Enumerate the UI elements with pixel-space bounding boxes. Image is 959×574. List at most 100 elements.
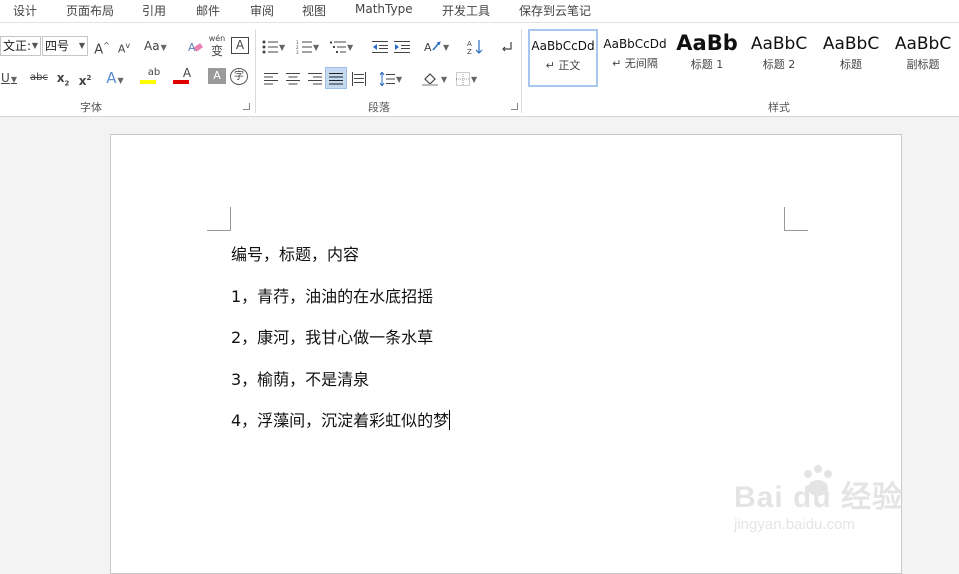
clear-formatting-button[interactable]: A: [186, 36, 204, 56]
tab-save-to-cloud-note[interactable]: 保存到云笔记: [519, 2, 591, 19]
tab-design[interactable]: 设计: [13, 2, 37, 19]
style-name-text: 无间隔: [624, 57, 658, 70]
numbered-list-icon: 123: [296, 40, 312, 54]
enclose-characters-label: 字: [234, 71, 244, 82]
tab-page-layout[interactable]: 页面布局: [66, 2, 114, 19]
text-effects-button[interactable]: A▼: [106, 68, 124, 88]
document-line[interactable]: 1，青荇，油油的在水底招摇: [231, 283, 433, 307]
subscript-mark: 2: [64, 79, 70, 88]
align-left-button[interactable]: [262, 68, 280, 88]
chevron-down-icon: ▼: [117, 76, 124, 85]
font-group-label: 字体: [80, 101, 102, 114]
chinese-layout-button[interactable]: A ▼: [424, 36, 449, 56]
multilevel-list-button[interactable]: ▼: [330, 36, 353, 56]
paragraph-mark-icon: ↵: [612, 57, 622, 70]
text-highlight-button[interactable]: ab: [139, 66, 169, 86]
tab-view[interactable]: 视图: [302, 2, 326, 19]
font-dialog-launcher-icon[interactable]: [243, 103, 250, 110]
paragraph-dialog-launcher-icon[interactable]: [511, 103, 518, 110]
style-preview: AaBbCcDd: [531, 39, 595, 53]
paragraph-mark-icon: ↵: [545, 59, 555, 72]
line-spacing-button[interactable]: ▼: [379, 68, 402, 88]
chevron-down-icon: ▼: [10, 75, 17, 84]
chevron-down-icon: ▼: [347, 43, 354, 52]
chevron-down-icon: ▼: [443, 43, 450, 52]
strikethrough-label: abc: [30, 72, 48, 83]
character-border-label: A: [235, 38, 245, 52]
bullets-button[interactable]: ▼: [262, 36, 285, 56]
align-center-button[interactable]: [284, 68, 302, 88]
tab-references[interactable]: 引用: [142, 2, 166, 19]
underline-button[interactable]: U▼: [0, 68, 18, 88]
grow-font-button[interactable]: A^: [93, 36, 111, 57]
svg-text:Z: Z: [467, 48, 472, 55]
subscript-button[interactable]: x2: [54, 68, 72, 88]
tab-mailings[interactable]: 邮件: [196, 2, 220, 19]
decrease-indent-button[interactable]: [371, 36, 389, 56]
character-border-button[interactable]: A: [231, 37, 249, 54]
chevron-down-icon: ▼: [471, 75, 478, 84]
increase-indent-button[interactable]: [393, 36, 411, 56]
sort-icon: AZ: [467, 39, 483, 55]
group-divider: [521, 29, 522, 113]
document-line[interactable]: 2，康河，我甘心做一条水草: [231, 324, 433, 348]
superscript-mark: 2: [86, 74, 92, 82]
style-no-spacing[interactable]: AaBbCcDd ↵ 无间隔: [600, 29, 670, 87]
phonetic-char: 变: [210, 44, 223, 58]
sort-button[interactable]: AZ: [466, 36, 484, 56]
style-subtitle[interactable]: AaBbC 副标题: [888, 29, 958, 87]
chevron-down-icon: ▼: [160, 43, 167, 52]
distributed-button[interactable]: [350, 68, 368, 88]
justify-button[interactable]: [325, 67, 347, 89]
font-size-select[interactable]: 四号 ▼: [42, 36, 88, 56]
style-name: 标题 1: [690, 58, 724, 71]
phonetic-guide-button[interactable]: wén 变: [207, 33, 227, 57]
style-heading-2[interactable]: AaBbC 标题 2: [744, 29, 814, 87]
align-right-icon: [308, 72, 322, 84]
shrink-font-button[interactable]: Av: [115, 36, 133, 56]
superscript-button[interactable]: x2: [76, 68, 94, 88]
svg-text:A: A: [424, 41, 432, 54]
borders-button[interactable]: ▼: [456, 68, 477, 88]
style-name: 标题: [840, 58, 862, 71]
font-size-value: 四号: [45, 39, 70, 53]
menu-bar: 设计 页面布局 引用 邮件 审阅 视图 MathType 开发工具 保存到云笔记: [0, 0, 959, 22]
document-line[interactable]: 3，榆荫，不是清泉: [231, 366, 369, 390]
outdent-icon: [372, 40, 388, 53]
multilevel-list-icon: [330, 41, 346, 53]
change-case-button[interactable]: Aa▼: [144, 36, 167, 56]
document-line-text: 4，浮藻间，沉淀着彩虹似的梦: [231, 411, 450, 430]
paragraph-group-label: 段落: [368, 101, 390, 114]
style-title[interactable]: AaBbC 标题: [816, 29, 886, 87]
tab-review[interactable]: 审阅: [250, 2, 274, 19]
tab-developer[interactable]: 开发工具: [442, 2, 490, 19]
style-normal[interactable]: AaBbCcDd ↵ 正文: [528, 29, 598, 87]
tab-mathtype[interactable]: MathType: [355, 2, 413, 16]
align-right-button[interactable]: [306, 68, 324, 88]
baidu-jingyan-watermark: Bai du 经验 jingyan.baidu.com: [730, 462, 910, 542]
style-heading-1[interactable]: AaBb 标题 1: [672, 29, 742, 87]
chevron-down-icon: ▼: [441, 75, 448, 84]
text-cursor: [449, 410, 451, 430]
numbering-button[interactable]: 1 2 3 ▼: [296, 36, 319, 56]
character-shading-label: A: [213, 69, 221, 82]
document-line-last[interactable]: 4，浮藻间，沉淀着彩虹似的梦: [231, 407, 451, 431]
style-name-text: 正文: [558, 59, 581, 72]
font-color-button[interactable]: A: [172, 66, 202, 86]
highlight-color-bar: [140, 80, 156, 84]
font-name-select[interactable]: 文正: ▼: [0, 36, 41, 56]
show-marks-button[interactable]: [498, 36, 516, 56]
shading-button[interactable]: ▼: [422, 68, 447, 88]
style-name: ↵ 无间隔: [600, 55, 670, 71]
strikethrough-button[interactable]: abc: [30, 68, 48, 88]
enclose-characters-button[interactable]: 字: [230, 68, 248, 85]
group-divider: [255, 29, 256, 113]
style-preview: AaBbC: [750, 34, 808, 54]
font-color-label: A: [182, 66, 192, 80]
character-shading-button[interactable]: A: [208, 68, 226, 84]
line-spacing-icon: [379, 71, 395, 86]
font-color-bar: [173, 80, 189, 84]
style-name: 副标题: [906, 58, 940, 71]
borders-icon: [456, 71, 470, 86]
document-line[interactable]: 编号，标题，内容: [231, 241, 359, 265]
